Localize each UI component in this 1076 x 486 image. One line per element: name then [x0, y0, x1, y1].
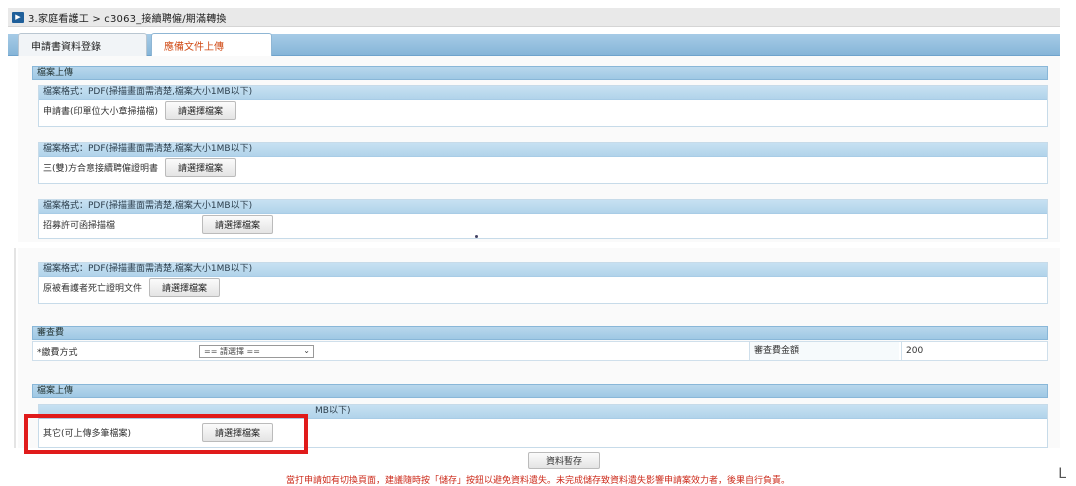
highlight-box [24, 414, 308, 454]
side-gutter [14, 248, 16, 448]
upload-block-consent: 檔案格式：PDF(掃描畫面需清楚,檔案大小1MB以下) 三(雙)方合意接續聘僱證… [38, 142, 1048, 184]
breadcrumb-bar: ▶ 3.家庭看護工 > c3063_接續聘僱/期滿轉換 [8, 8, 1060, 27]
choose-file-button[interactable]: 請選擇檔案 [149, 278, 221, 297]
upload-block-death-certificate: 檔案格式：PDF(掃描畫面需清楚,檔案大小1MB以下) 原被看護者死亡證明文件 … [38, 262, 1048, 304]
upload-label: 招募許可函掃描檔 [43, 221, 116, 231]
tab-application-data[interactable]: 申請書資料登錄 [18, 33, 147, 56]
play-icon: ▶ [12, 11, 24, 23]
file-format-note: 檔案格式：PDF(掃描畫面需清楚,檔案大小1MB以下) [39, 263, 1047, 277]
corner-glyph: L [1058, 466, 1066, 482]
fee-row: *繳費方式 == 請選擇 == ⌄ 審查費金額 200 [32, 341, 1048, 361]
other-upload-section-header: 檔案上傳 [32, 384, 1048, 398]
upload-label: 申請書(印單位大小章掃描檔) [43, 107, 159, 117]
page-title: 3.家庭看護工 > c3063_接續聘僱/期滿轉換 [28, 13, 227, 25]
upload-block-recruitment: 檔案格式：PDF(掃描畫面需清楚,檔案大小1MB以下) 招募許可函掃描檔 請選擇… [38, 199, 1048, 239]
file-format-note: 檔案格式：PDF(掃描畫面需清楚,檔案大小1MB以下) [39, 143, 1047, 157]
upload-block-application: 檔案格式：PDF(掃描畫面需清楚,檔案大小1MB以下) 申請書(印單位大小章掃描… [38, 85, 1048, 127]
fee-section-header: 審查費 [32, 326, 1048, 340]
fee-amount-value: 200 [901, 342, 1047, 360]
fee-amount-label: 審查費金額 [749, 342, 899, 360]
choose-file-button[interactable]: 請選擇檔案 [165, 101, 237, 120]
choose-file-button[interactable]: 請選擇檔案 [165, 158, 237, 177]
select-value: == 請選擇 == [204, 347, 260, 356]
choose-file-button[interactable]: 請選擇檔案 [202, 215, 274, 234]
tab-bar: 申請書資料登錄 應備文件上傳 [8, 30, 1060, 56]
upload-section-header: 檔案上傳 [32, 66, 1048, 80]
save-draft-button[interactable]: 資料暫存 [528, 452, 600, 469]
payment-method-label: *繳費方式 [37, 347, 78, 358]
file-format-note: 檔案格式：PDF(掃描畫面需清楚,檔案大小1MB以下) [39, 200, 1047, 214]
chevron-down-icon: ⌄ [303, 346, 310, 355]
payment-method-select[interactable]: == 請選擇 == ⌄ [199, 345, 314, 358]
upload-label: 三(雙)方合意接續聘僱證明書 [43, 164, 159, 174]
stray-dot [475, 235, 478, 238]
tab-document-upload[interactable]: 應備文件上傳 [151, 33, 272, 56]
upload-label: 原被看護者死亡證明文件 [43, 284, 143, 294]
save-notice: 當打申請如有切換頁面，建議隨時按「儲存」按鈕以避免資料遺失。未完成儲存致資料遺失… [285, 476, 790, 486]
file-format-note: 檔案格式：PDF(掃描畫面需清楚,檔案大小1MB以下) [39, 86, 1047, 100]
